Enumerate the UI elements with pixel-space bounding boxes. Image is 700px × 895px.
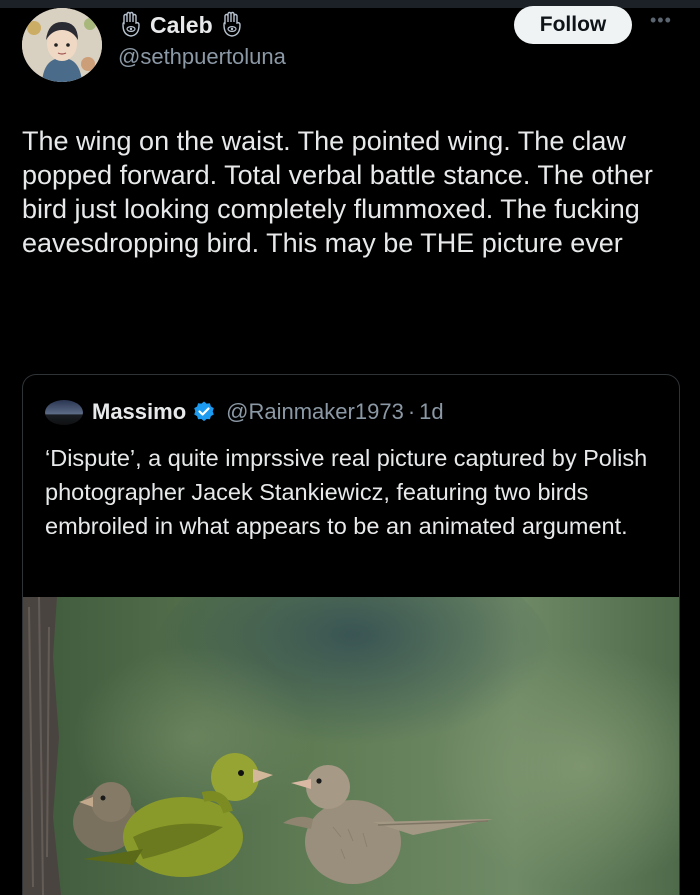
- birds-photo[interactable]: [23, 597, 679, 895]
- author-name-row[interactable]: Caleb: [118, 10, 245, 40]
- quoted-author-handle[interactable]: @Rainmaker1973: [226, 399, 404, 425]
- quoted-author-avatar[interactable]: [45, 399, 83, 425]
- quoted-tweet-header: Massimo @Rainmaker1973 · 1d: [45, 397, 444, 427]
- quoted-author-name[interactable]: Massimo: [92, 399, 186, 425]
- author-avatar[interactable]: [22, 8, 102, 82]
- hamsa-icon: [222, 11, 241, 37]
- author-handle[interactable]: @sethpuertoluna: [118, 44, 286, 70]
- quoted-tweet[interactable]: Massimo @Rainmaker1973 · 1d ‘Dispute’, a…: [22, 374, 680, 895]
- follow-button[interactable]: Follow: [514, 6, 632, 44]
- ellipsis-icon[interactable]: •••: [650, 10, 672, 31]
- hamsa-icon: [122, 11, 140, 37]
- avatar-illustration: [22, 8, 102, 82]
- quoted-tweet-time[interactable]: 1d: [419, 399, 443, 425]
- tweet-text: The wing on the waist. The pointed wing.…: [22, 126, 653, 258]
- quoted-tweet-text: ‘Dispute’, a quite imprssive real pictur…: [45, 445, 648, 539]
- verified-badge-icon: [194, 401, 214, 422]
- author-name[interactable]: Caleb: [150, 12, 213, 39]
- meta-separator: ·: [407, 399, 416, 424]
